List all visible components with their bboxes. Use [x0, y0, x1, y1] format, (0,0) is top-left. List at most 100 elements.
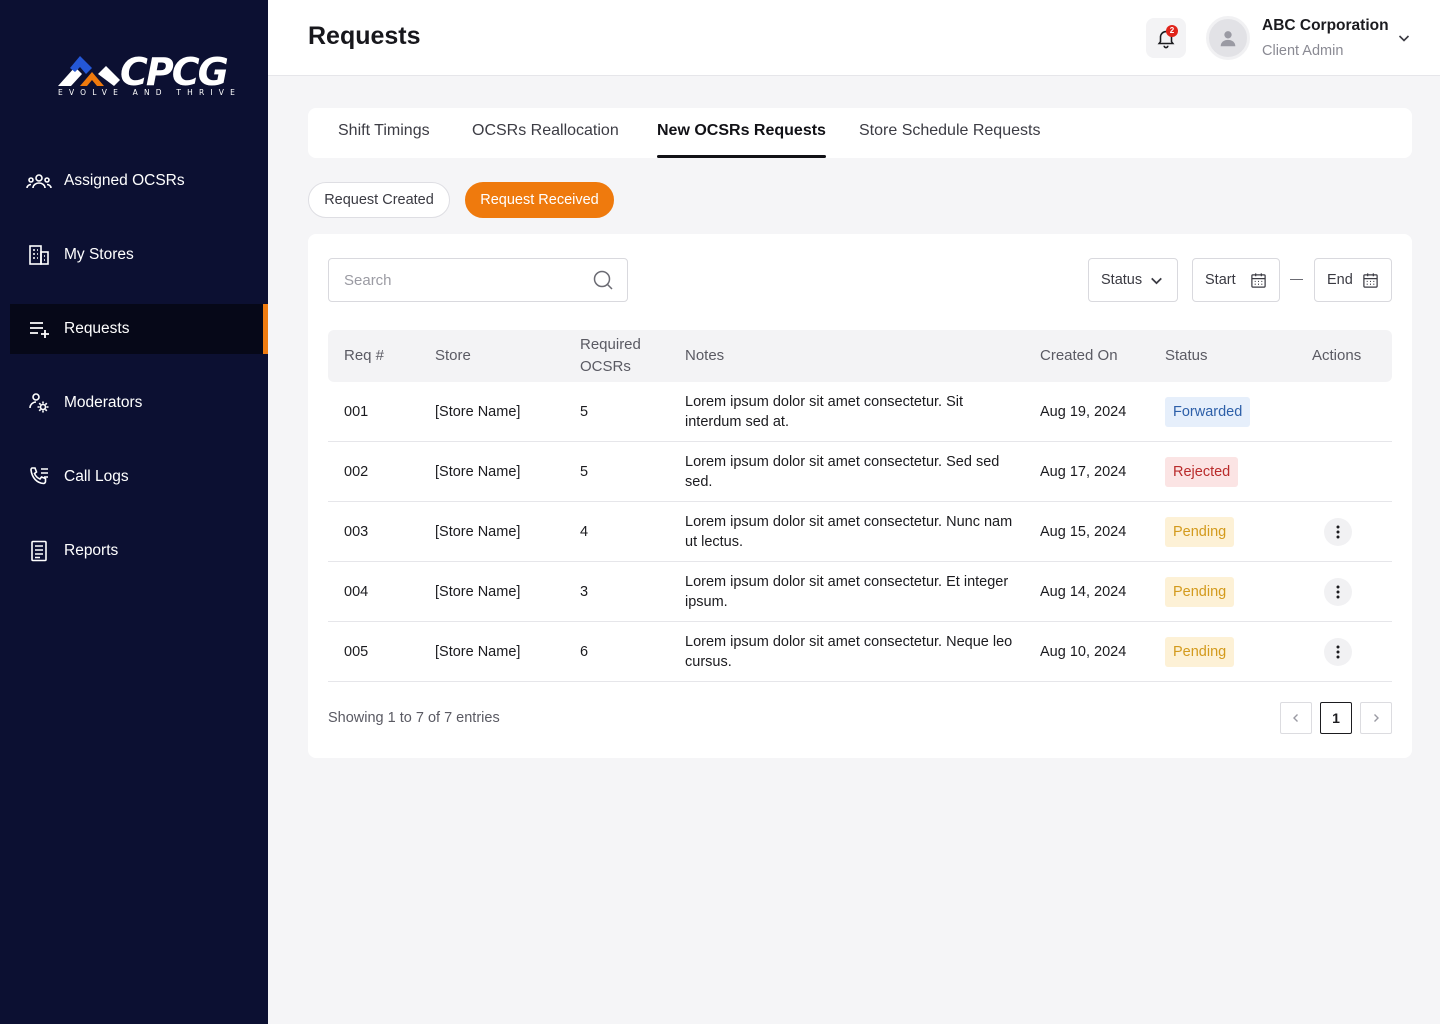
top-header: Requests 2 ABC Corporation Client Admin	[268, 0, 1440, 76]
more-vertical-icon	[1336, 585, 1340, 599]
cell-req-number: 003	[344, 524, 369, 540]
calendar-icon	[1363, 273, 1378, 288]
user-gear-icon	[26, 390, 52, 416]
table-row[interactable]: 005 [Store Name] 6 Lorem ipsum dolor sit am…	[328, 622, 1392, 682]
building-icon	[26, 242, 52, 268]
status-badge: Rejected	[1165, 457, 1239, 487]
table-row[interactable]: 001 [Store Name] 5 Lorem ipsum dolor sit am…	[328, 382, 1392, 442]
sidebar-item-label: Requests	[64, 320, 130, 337]
sidebar-item-reports[interactable]: Reports	[10, 526, 268, 576]
request-tabs: Shift Timings OCSRs Reallocation New OCS…	[308, 108, 1412, 158]
table-row[interactable]: 004 [Store Name] 3 Lorem ipsum dolor sit am…	[328, 562, 1392, 622]
start-date-label: Start	[1205, 272, 1236, 288]
cell-status: Forwarded	[1165, 382, 1251, 442]
more-vertical-icon	[1336, 645, 1340, 659]
calendar-icon	[1251, 273, 1266, 288]
tab-store-schedule-requests[interactable]: Store Schedule Requests	[859, 108, 1040, 158]
chevron-left-icon	[1293, 714, 1298, 722]
cell-status: Pending	[1165, 622, 1235, 682]
table-row[interactable]: 002 [Store Name] 5 Lorem ipsum dolor sit am…	[328, 442, 1392, 502]
cell-req-number: 001	[344, 404, 369, 420]
tab-ocsrs-reallocation[interactable]: OCSRs Reallocation	[472, 108, 619, 158]
avatar[interactable]	[1206, 16, 1250, 60]
chevron-down-icon	[1151, 277, 1162, 285]
cell-required-ocsrs: 6	[580, 644, 589, 660]
cell-created-on: Aug 14, 2024	[1040, 584, 1127, 600]
notification-count-badge: 2	[1166, 25, 1178, 37]
sidebar-item-label: My Stores	[64, 246, 134, 263]
cell-created-on: Aug 17, 2024	[1040, 464, 1127, 480]
search-box	[328, 258, 628, 302]
status-filter-label: Status	[1101, 272, 1143, 288]
column-header-required-line1: Required	[580, 336, 641, 353]
status-filter-dropdown[interactable]: Status	[1088, 258, 1178, 302]
sidebar-item-label: Assigned OCSRs	[64, 172, 185, 189]
next-page-button[interactable]	[1360, 702, 1392, 734]
document-icon	[26, 538, 52, 564]
page-title: Requests	[308, 22, 421, 50]
sidebar-item-requests[interactable]: Requests	[10, 304, 268, 354]
page-number-button[interactable]: 1	[1320, 702, 1352, 734]
table-row[interactable]: 003 [Store Name] 4 Lorem ipsum dolor sit am…	[328, 502, 1392, 562]
cell-store: [Store Name]	[435, 524, 521, 540]
user-name[interactable]: ABC Corporation	[1262, 17, 1389, 35]
status-badge: Pending	[1165, 517, 1235, 547]
row-actions-button[interactable]	[1324, 578, 1352, 606]
request-created-toggle[interactable]: Request Created	[308, 182, 450, 218]
logo-mark-icon	[58, 56, 120, 86]
cell-created-on: Aug 15, 2024	[1040, 524, 1127, 540]
column-header-req[interactable]: Req #	[344, 330, 384, 382]
search-icon[interactable]	[593, 270, 613, 290]
pagination-summary: Showing 1 to 7 of 7 entries	[328, 710, 500, 726]
cell-req-number: 002	[344, 464, 369, 480]
list-add-icon	[26, 316, 52, 342]
column-header-store[interactable]: Store	[435, 330, 471, 382]
column-header-required-ocsrs[interactable]: Required OCSRs	[580, 330, 641, 382]
users-group-icon	[26, 168, 52, 194]
sidebar-item-label: Call Logs	[64, 468, 129, 485]
cell-store: [Store Name]	[435, 464, 521, 480]
column-header-actions: Actions	[1312, 347, 1362, 364]
tab-shift-timings[interactable]: Shift Timings	[338, 108, 430, 158]
tab-new-ocsrs-requests[interactable]: New OCSRs Requests	[657, 108, 826, 158]
notifications-button[interactable]: 2	[1146, 18, 1186, 58]
status-badge: Pending	[1165, 637, 1235, 667]
prev-page-button[interactable]	[1280, 702, 1312, 734]
cell-req-number: 004	[344, 584, 369, 600]
cell-req-number: 005	[344, 644, 369, 660]
row-actions-button[interactable]	[1324, 638, 1352, 666]
cell-status: Pending	[1165, 502, 1235, 562]
sidebar-item-my-stores[interactable]: My Stores	[10, 230, 268, 280]
request-received-toggle[interactable]: Request Received	[465, 182, 614, 218]
cell-created-on: Aug 10, 2024	[1040, 644, 1127, 660]
column-header-status[interactable]: Status	[1165, 330, 1208, 382]
sidebar-item-assigned-ocsrs[interactable]: Assigned OCSRs	[10, 156, 268, 206]
sidebar-item-moderators[interactable]: Moderators	[10, 378, 268, 428]
date-range-separator	[1290, 279, 1303, 280]
cell-required-ocsrs: 5	[580, 404, 589, 420]
status-badge: Forwarded	[1165, 397, 1251, 427]
cpcg-logo[interactable]: CPCG EVOLVE AND THRIVE	[58, 50, 242, 102]
search-input[interactable]	[329, 259, 579, 301]
more-vertical-icon	[1336, 525, 1340, 539]
start-date-picker[interactable]: Start	[1192, 258, 1280, 302]
cell-required-ocsrs: 5	[580, 464, 589, 480]
row-actions-button[interactable]	[1324, 518, 1352, 546]
requests-table-card: Status Start End Req # Store Required OC…	[308, 234, 1412, 758]
cell-created-on: Aug 19, 2024	[1040, 404, 1127, 420]
status-badge: Pending	[1165, 577, 1235, 607]
end-date-picker[interactable]: End	[1314, 258, 1392, 302]
column-header-created-on[interactable]: Created On	[1040, 330, 1118, 382]
cell-status: Pending	[1165, 562, 1235, 622]
sidebar-item-call-logs[interactable]: Call Logs	[10, 452, 268, 502]
cell-required-ocsrs: 3	[580, 584, 589, 600]
column-header-notes[interactable]: Notes	[685, 330, 724, 382]
cell-notes: Lorem ipsum dolor sit amet consectetur. …	[685, 634, 1013, 670]
logo-tagline: EVOLVE AND THRIVE	[58, 88, 242, 97]
cell-notes: Lorem ipsum dolor sit amet consectetur. …	[685, 574, 1009, 610]
cell-required-ocsrs: 4	[580, 524, 589, 540]
chevron-right-icon	[1374, 714, 1379, 722]
chevron-down-icon[interactable]	[1396, 30, 1412, 46]
sidebar-item-label: Moderators	[64, 394, 143, 411]
column-header-required-line2: OCSRs	[580, 358, 631, 375]
